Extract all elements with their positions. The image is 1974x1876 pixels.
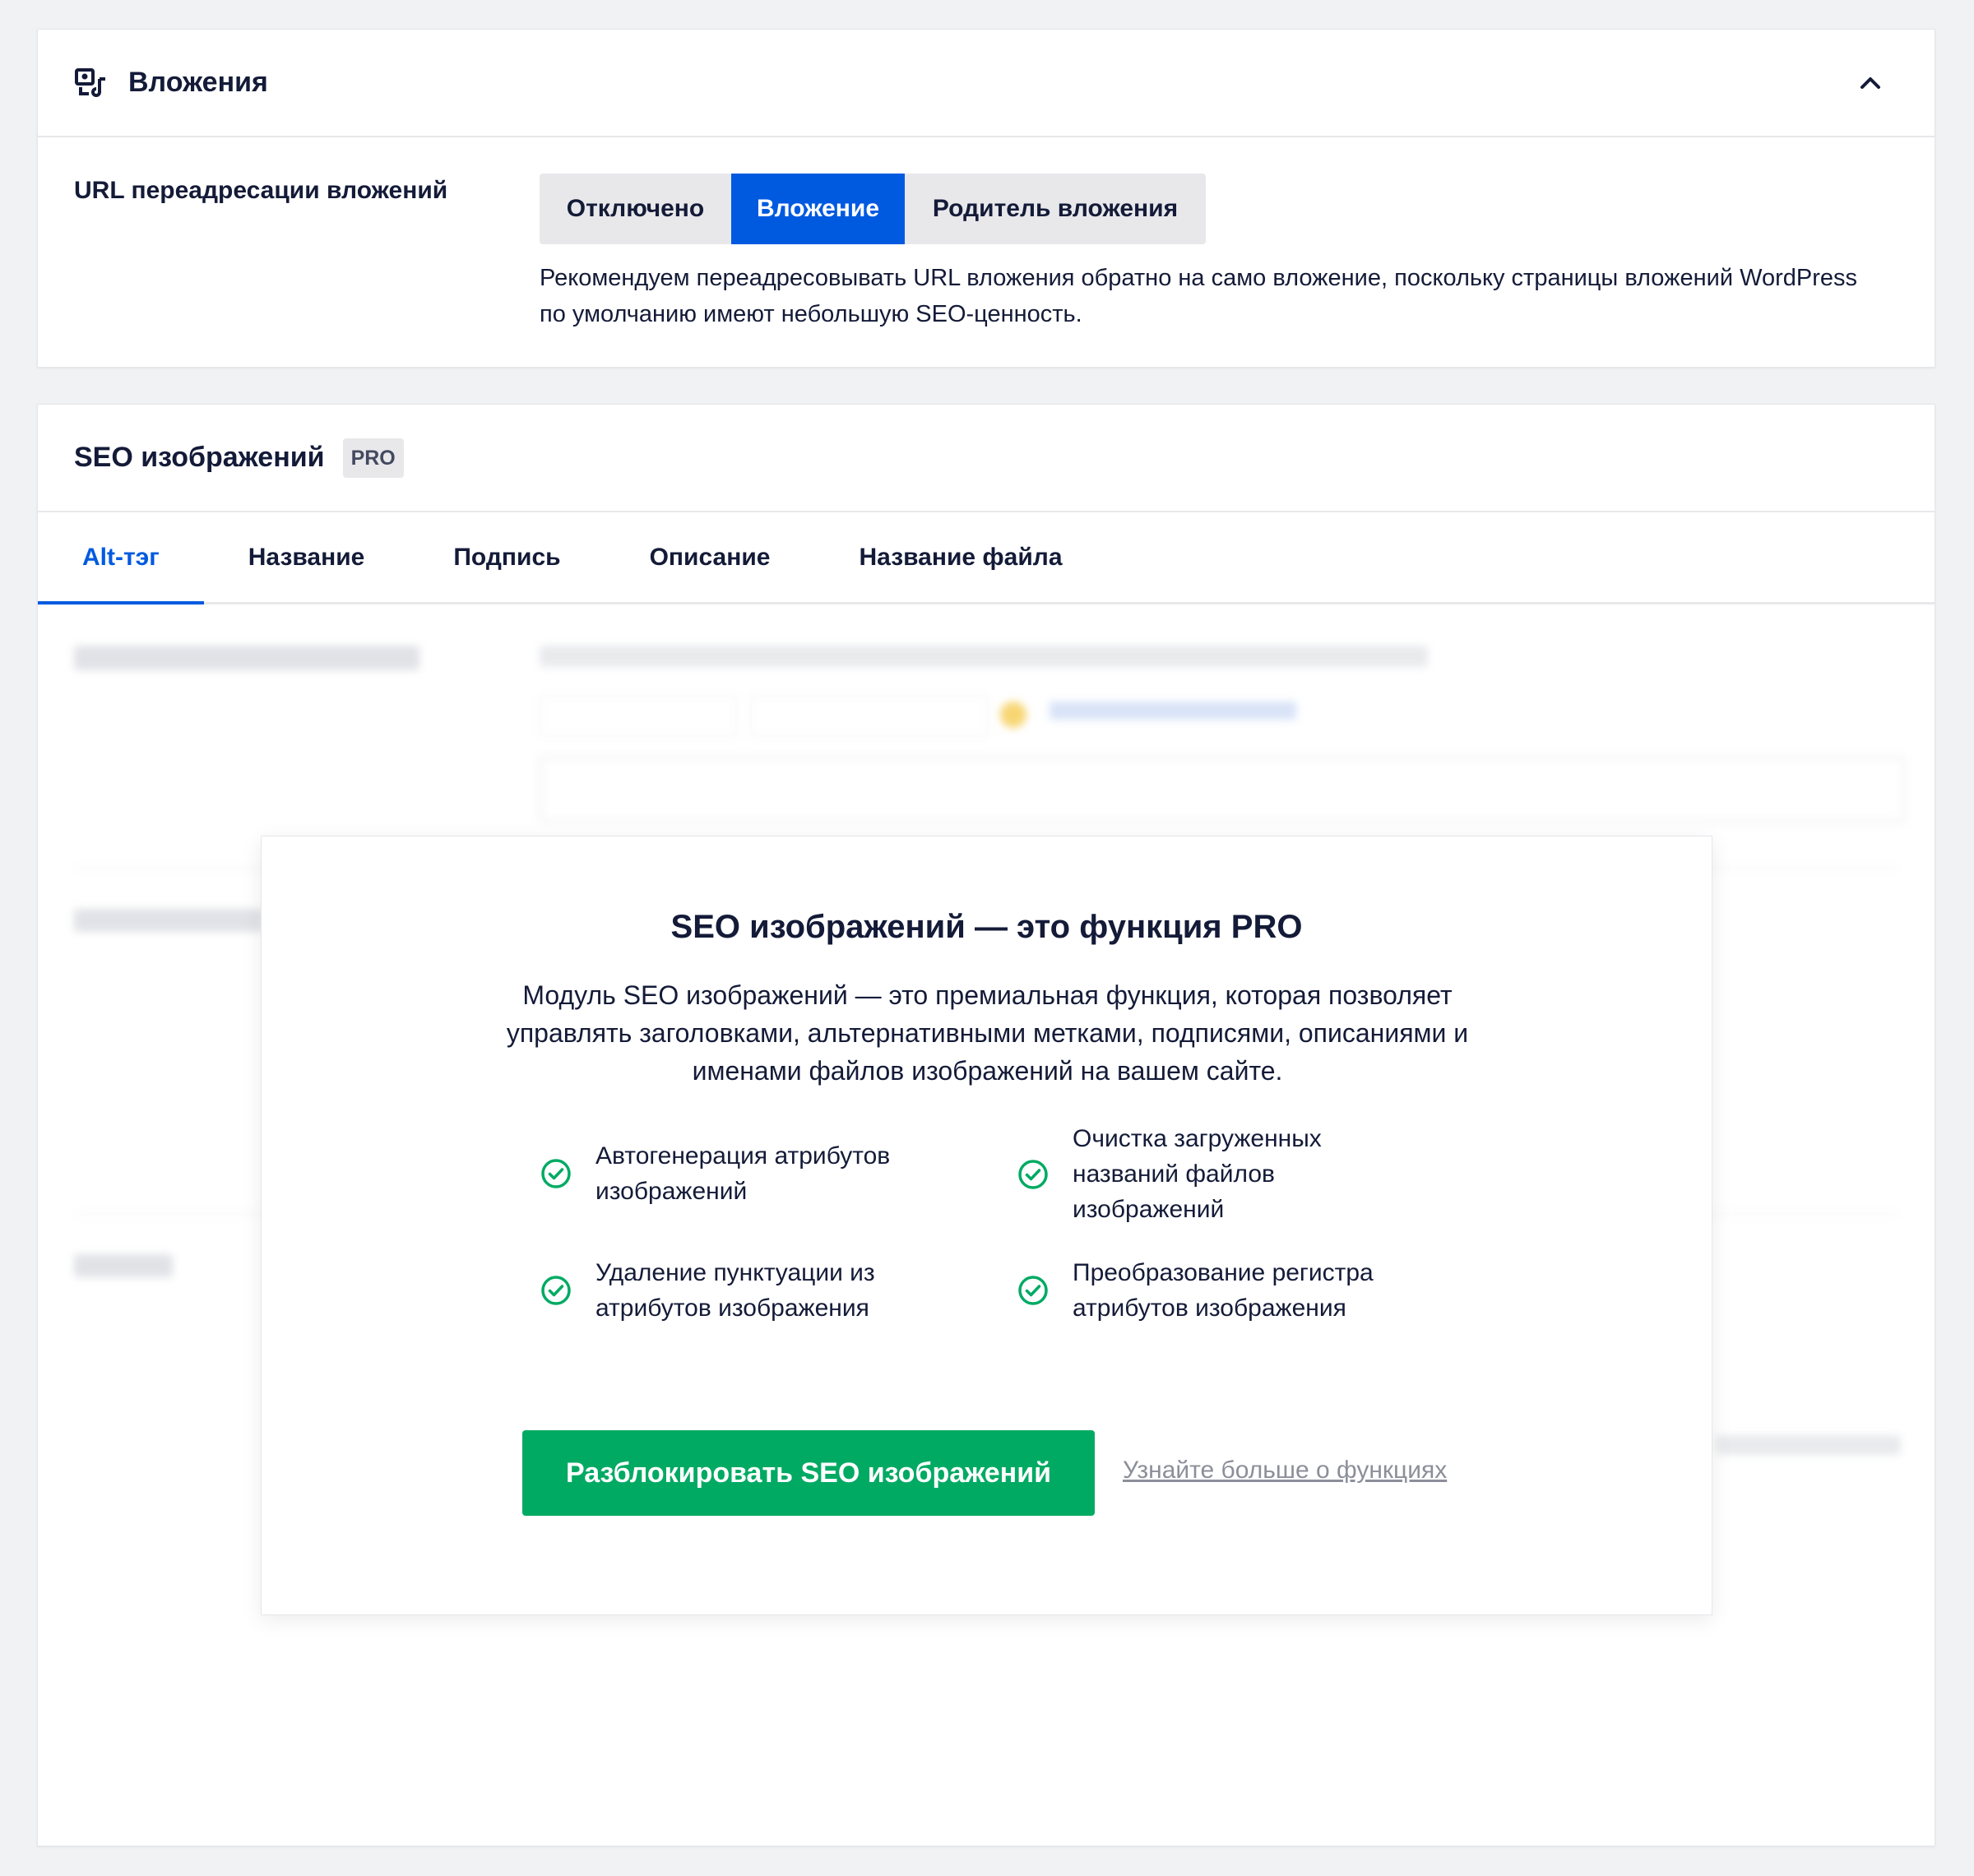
tab-title[interactable]: Название [204,512,410,602]
attachments-card: Вложения URL переадресации вложений Откл… [37,29,1935,368]
redirect-label: URL переадресации вложений [74,177,448,204]
feature-item: Удаление пунктуации из атрибутов изображ… [540,1255,967,1326]
pro-upsell-modal: SEO изображений — это функция PRO Модуль… [261,836,1712,1615]
image-seo-title: SEO изображений [74,442,325,473]
image-seo-header: SEO изображений PRO [38,405,1935,512]
unlock-image-seo-button[interactable]: Разблокировать SEO изображений [522,1430,1095,1516]
redirect-options: Отключено Вложение Родитель вложения [540,174,1206,244]
blurred-chip [750,695,989,736]
modal-description: Модуль SEO изображений — это премиальная… [506,980,1469,1086]
feature-item: Преобразование регистра атрибутов изобра… [1017,1255,1411,1326]
image-seo-tabs: Alt-тэг Название Подпись Описание Назван… [38,512,1935,604]
blurred-help [540,646,1428,667]
attachment-icon [75,67,105,97]
attachments-title: Вложения [128,67,268,98]
tab-description[interactable]: Описание [605,512,815,602]
feature-text: Преобразование регистра атрибутов изобра… [1073,1259,1374,1322]
check-circle-icon [1018,1159,1048,1189]
pro-badge: PRO [342,438,404,478]
modal-title: SEO изображений — это функция PRO [670,909,1303,945]
blurred-help [1716,1435,1901,1455]
blurred-chip [540,695,737,736]
tab-filename[interactable]: Название файла [814,512,1106,602]
option-parent-button[interactable]: Родитель вложения [905,174,1206,244]
feature-text: Удаление пунктуации из атрибутов изображ… [595,1259,875,1322]
redirect-help-text: Рекомендуем переадресовывать URL вложени… [540,265,1857,327]
feature-item: Автогенерация атрибутов изображений [540,1138,967,1209]
blurred-emoji [1000,702,1026,728]
learn-more-link[interactable]: Узнайте больше о функциях [1123,1457,1447,1485]
check-circle-icon [1018,1276,1048,1305]
check-circle-icon [541,1159,571,1188]
option-disabled-button[interactable]: Отключено [540,174,731,244]
blurred-label [74,909,263,932]
chevron-up-icon[interactable] [1856,68,1885,98]
feature-item: Очистка загруженных названий файлов изоб… [1017,1121,1379,1227]
blurred-link [1050,702,1296,720]
tab-alt-tag[interactable]: Alt-тэг [38,512,204,604]
blurred-label [74,1254,173,1277]
attachments-header[interactable]: Вложения [38,30,1935,137]
check-circle-icon [541,1276,571,1305]
blurred-label [74,646,419,670]
tab-caption[interactable]: Подпись [409,512,605,602]
option-attachment-button[interactable]: Вложение [731,174,905,244]
feature-text: Автогенерация атрибутов изображений [595,1142,891,1205]
blurred-input [540,757,1905,822]
feature-text: Очистка загруженных названий файлов изоб… [1073,1125,1322,1223]
